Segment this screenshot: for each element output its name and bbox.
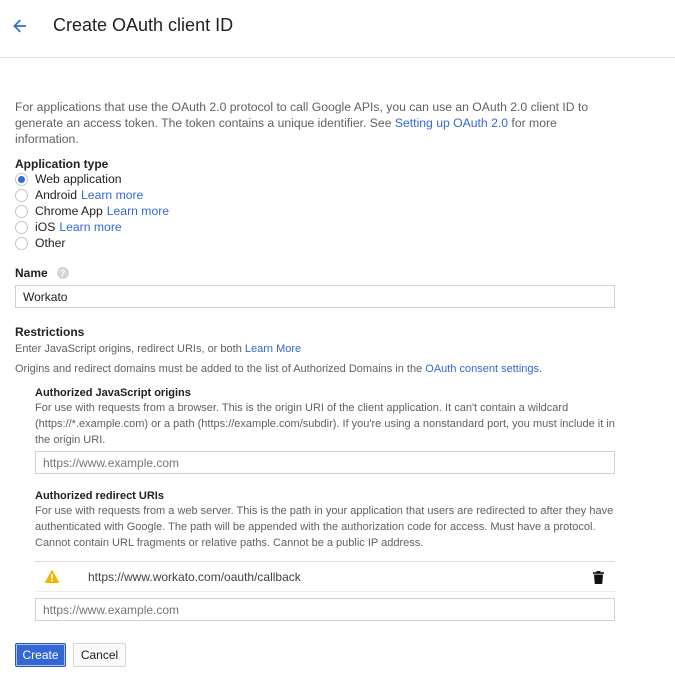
redirect-uri-row: https://www.workato.com/oauth/callback bbox=[35, 561, 615, 592]
radio-label: Other bbox=[35, 236, 66, 250]
redirect-uri-value: https://www.workato.com/oauth/callback bbox=[88, 570, 301, 584]
js-origins-label: Authorized JavaScript origins bbox=[35, 387, 191, 399]
android-learn-more-link[interactable]: Learn more bbox=[81, 188, 143, 202]
radio-button[interactable] bbox=[15, 204, 28, 218]
radio-label: Web application bbox=[35, 172, 122, 186]
chrome-app-learn-more-link[interactable]: Learn more bbox=[107, 204, 169, 218]
redirect-uris-description: For use with requests from a web server.… bbox=[35, 505, 614, 549]
restrictions-note-text: Origins and redirect domains must be add… bbox=[15, 363, 426, 375]
setting-up-oauth-link[interactable]: Setting up OAuth 2.0 bbox=[395, 116, 508, 130]
restrictions-note-end: . bbox=[539, 363, 543, 375]
radio-button[interactable] bbox=[15, 188, 28, 202]
js-origins-section: Authorized JavaScript origins For use wi… bbox=[35, 386, 615, 448]
restrictions-learn-more-link[interactable]: Learn More bbox=[245, 343, 301, 355]
redirect-uris-label: Authorized redirect URIs bbox=[35, 490, 164, 502]
create-button[interactable]: Create bbox=[15, 643, 66, 667]
cancel-button[interactable]: Cancel bbox=[73, 643, 126, 667]
oauth-consent-settings-link[interactable]: OAuth consent settings bbox=[425, 363, 539, 375]
radio-other[interactable]: Other bbox=[15, 235, 169, 251]
js-origin-input[interactable] bbox=[35, 451, 615, 474]
radio-ios[interactable]: iOS Learn more bbox=[15, 219, 169, 235]
name-field-label-row: Name ? bbox=[15, 266, 69, 280]
radio-chrome-app[interactable]: Chrome App Learn more bbox=[15, 203, 169, 219]
help-icon[interactable]: ? bbox=[56, 267, 69, 279]
back-button[interactable] bbox=[8, 14, 32, 38]
restrictions-note: Origins and redirect domains must be add… bbox=[15, 361, 542, 377]
restrictions-desc-text: Enter JavaScript origins, redirect URIs,… bbox=[15, 343, 245, 355]
radio-android[interactable]: Android Learn more bbox=[15, 187, 169, 203]
radio-button[interactable] bbox=[15, 172, 28, 186]
name-input[interactable] bbox=[15, 285, 615, 308]
redirect-uri-input[interactable] bbox=[35, 598, 615, 621]
restrictions-label: Restrictions bbox=[15, 325, 85, 339]
page-title: Create OAuth client ID bbox=[53, 15, 234, 35]
radio-button[interactable] bbox=[15, 236, 28, 250]
application-type-group: Application type Web application Android… bbox=[15, 157, 169, 251]
name-label: Name bbox=[15, 266, 48, 280]
js-origins-description: For use with requests from a browser. Th… bbox=[35, 402, 615, 446]
trash-icon[interactable] bbox=[593, 571, 604, 584]
restrictions-section: Restrictions Enter JavaScript origins, r… bbox=[15, 325, 542, 377]
radio-label: Chrome App bbox=[35, 204, 103, 218]
restrictions-description: Enter JavaScript origins, redirect URIs,… bbox=[15, 341, 542, 357]
redirect-uris-section: Authorized redirect URIs For use with re… bbox=[35, 489, 615, 551]
application-type-label: Application type bbox=[15, 157, 109, 171]
radio-button[interactable] bbox=[15, 220, 28, 234]
arrow-left-icon bbox=[13, 19, 26, 33]
warning-icon bbox=[45, 570, 59, 583]
radio-label: Android bbox=[35, 188, 78, 202]
page-header: Create OAuth client ID bbox=[0, 0, 675, 58]
ios-learn-more-link[interactable]: Learn more bbox=[59, 220, 121, 234]
intro-paragraph: For applications that use the OAuth 2.0 … bbox=[15, 99, 615, 147]
radio-web-application[interactable]: Web application bbox=[15, 171, 169, 187]
radio-label: iOS bbox=[35, 220, 56, 234]
